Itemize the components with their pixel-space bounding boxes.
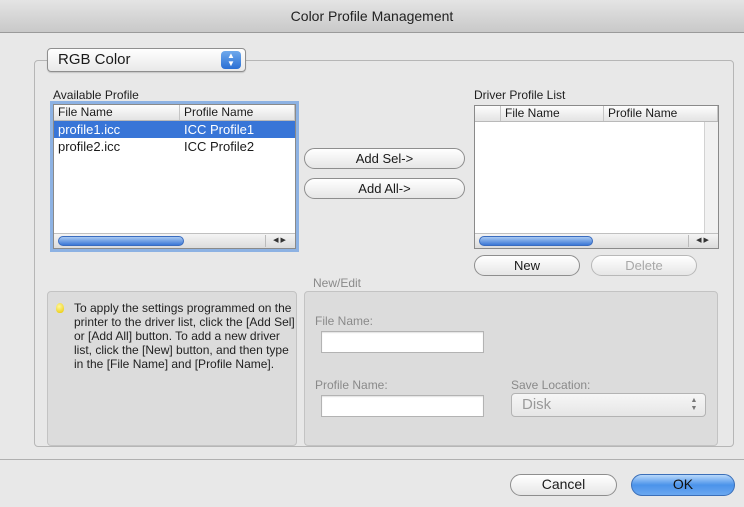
column-profile-name[interactable]: Profile Name xyxy=(180,105,295,120)
column-file-name[interactable]: File Name xyxy=(501,106,604,121)
column-profile-name[interactable]: Profile Name xyxy=(604,106,718,121)
color-mode-value: RGB Color xyxy=(58,51,131,68)
horizontal-scrollbar[interactable]: ◀ ▶ xyxy=(54,233,295,248)
profile-name-field[interactable] xyxy=(321,395,484,417)
scrollbar-thumb[interactable] xyxy=(479,236,593,246)
scrollbar-thumb[interactable] xyxy=(58,236,184,246)
cancel-button[interactable]: Cancel xyxy=(510,474,617,496)
row-file-name: profile2.icc xyxy=(58,139,121,154)
table-row[interactable]: profile1.icc ICC Profile1 xyxy=(54,121,295,138)
row-profile-name: ICC Profile1 xyxy=(184,122,255,137)
color-mode-popup[interactable]: RGB Color ▲ ▼ xyxy=(47,48,246,72)
window-title: Color Profile Management xyxy=(0,0,744,33)
updown-arrows-icon: ▲ ▼ xyxy=(221,51,241,69)
file-name-field[interactable] xyxy=(321,331,484,353)
updown-arrows-icon: ▲ ▼ xyxy=(690,397,698,412)
row-profile-name: ICC Profile2 xyxy=(184,139,255,154)
available-profile-label: Available Profile xyxy=(53,88,139,102)
driver-list-header: File Name Profile Name xyxy=(475,106,718,122)
lightbulb-icon xyxy=(56,303,64,313)
add-sel-button[interactable]: Add Sel-> xyxy=(304,148,465,169)
footer-separator xyxy=(0,459,744,460)
table-row[interactable]: profile2.icc ICC Profile2 xyxy=(54,138,295,155)
new-edit-label: New/Edit xyxy=(313,276,362,290)
profile-name-label: Profile Name: xyxy=(315,378,388,392)
info-text: To apply the settings programmed on the … xyxy=(74,301,295,371)
delete-button[interactable]: Delete xyxy=(591,255,697,276)
save-location-value: Disk xyxy=(522,396,552,413)
driver-profile-list[interactable]: File Name Profile Name ◀ ▶ xyxy=(474,105,719,249)
ok-button[interactable]: OK xyxy=(631,474,735,496)
add-all-button[interactable]: Add All-> xyxy=(304,178,465,199)
column-file-name[interactable]: File Name xyxy=(54,105,180,120)
scroll-arrows-icon[interactable]: ◀ ▶ xyxy=(688,235,716,247)
new-button[interactable]: New xyxy=(474,255,580,276)
info-box: To apply the settings programmed on the … xyxy=(47,291,297,446)
horizontal-scrollbar[interactable]: ◀ ▶ xyxy=(475,233,718,248)
scroll-arrows-icon[interactable]: ◀ ▶ xyxy=(265,235,293,247)
new-edit-group: File Name: Profile Name: Save Location: … xyxy=(304,291,718,446)
save-location-popup[interactable]: Disk ▲ ▼ xyxy=(511,393,706,417)
file-name-label: File Name: xyxy=(315,314,374,328)
vertical-scrollbar[interactable] xyxy=(704,122,718,234)
available-profile-list[interactable]: File Name Profile Name profile1.icc ICC … xyxy=(53,104,296,249)
dialog-panel: RGB Color ▲ ▼ Available Profile File Name… xyxy=(0,33,744,460)
save-location-label: Save Location: xyxy=(511,378,591,392)
column-spacer xyxy=(475,106,501,121)
driver-profile-label: Driver Profile List xyxy=(474,88,566,102)
available-list-header: File Name Profile Name xyxy=(54,105,295,121)
row-file-name: profile1.icc xyxy=(58,122,121,137)
